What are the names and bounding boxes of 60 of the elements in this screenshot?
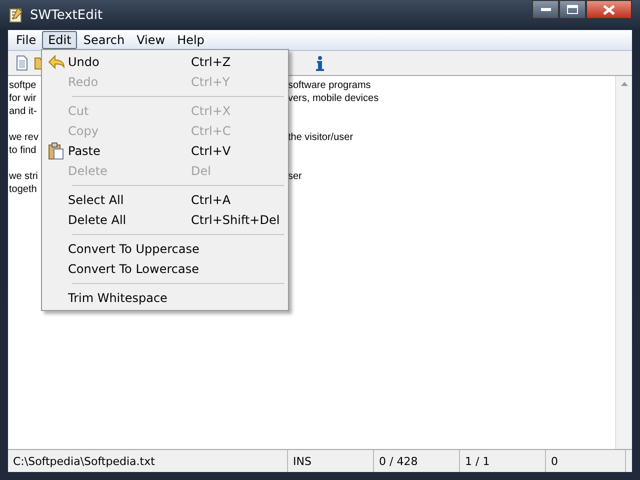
undo-icon — [47, 54, 65, 70]
shortcut-text: Ctrl+C — [191, 124, 231, 138]
maximize-icon — [567, 5, 578, 14]
maximize-button[interactable] — [559, 0, 586, 19]
menu-item[interactable]: View — [130, 31, 172, 49]
minimize-button[interactable] — [532, 0, 559, 19]
menu-option-label: Paste — [68, 144, 102, 158]
menu-option[interactable]: Delete All Ctrl+Shift+Del — [44, 210, 286, 230]
text-line: to find — [9, 145, 36, 156]
menu-option[interactable]: Trim Whitespace — [44, 288, 286, 308]
notepad-icon — [8, 7, 24, 23]
shortcut-text: Ctrl+X — [191, 104, 231, 118]
menu-item[interactable]: File — [10, 31, 42, 49]
menu-option[interactable]: Paste Ctrl+V — [44, 141, 286, 161]
text-line: the visitor/user — [288, 131, 354, 144]
scroll-up-icon[interactable] — [620, 82, 628, 86]
menu-option-label: Delete — [68, 164, 108, 178]
minimize-icon — [540, 8, 550, 12]
shortcut-text: Ctrl+Z — [191, 55, 231, 69]
menu-option-label: Redo — [68, 75, 100, 89]
status-panel: 1 / 1 — [460, 450, 546, 472]
menu-option[interactable]: Convert To Uppercase — [44, 239, 286, 259]
info-icon[interactable] — [314, 53, 326, 73]
menu-option-label: Delete All — [68, 213, 128, 227]
text-line: vers, mobile devices — [288, 92, 379, 105]
text-line: togeth — [9, 184, 37, 195]
menu-option[interactable]: Select All Ctrl+A — [44, 190, 286, 210]
status-panel: 0 — [546, 450, 626, 472]
text-line: ser — [288, 170, 302, 183]
menu-option-label: Cut — [68, 104, 90, 118]
menu-option-label: Trim Whitespace — [68, 291, 168, 305]
menu-option-label: Convert To Uppercase — [68, 242, 200, 256]
window-title: SWTextEdit — [30, 8, 103, 22]
menu-option[interactable]: Convert To Lowercase — [44, 259, 286, 279]
menu-option-label: Undo — [68, 55, 100, 69]
menu-option-label: Select All — [68, 193, 125, 207]
menu-option-label: Copy — [68, 124, 100, 138]
shortcut-text: Ctrl+Y — [191, 75, 230, 89]
clipboard-icon — [48, 142, 64, 160]
menu-item[interactable]: Help — [171, 31, 210, 49]
shortcut-text: Del — [191, 164, 211, 178]
shortcut-text: Ctrl+V — [191, 144, 231, 158]
menu-item[interactable]: Edit — [42, 31, 78, 49]
menu-option-label: Convert To Lowercase — [68, 262, 199, 276]
menu-option[interactable]: Undo Ctrl+Z — [44, 52, 286, 72]
status-panel: INS — [288, 450, 374, 472]
shortcut-text: Ctrl+Shift+Del — [191, 213, 280, 227]
shortcut-text: Ctrl+A — [191, 193, 231, 207]
text-line: we rev — [9, 132, 38, 143]
close-button[interactable] — [586, 0, 632, 19]
scrollbar[interactable] — [615, 76, 632, 449]
text-line: and it- — [9, 106, 37, 117]
text-line: we stri — [9, 171, 38, 182]
close-icon — [603, 4, 615, 14]
text-line: for wir — [9, 93, 36, 104]
menu-item[interactable]: Search — [77, 31, 131, 49]
text-line: softpe — [9, 80, 36, 91]
status-panel: C:\Softpedia\Softpedia.txt — [8, 450, 288, 472]
status-panel: 0 / 428 — [374, 450, 460, 472]
text-line: software programs — [288, 79, 371, 92]
